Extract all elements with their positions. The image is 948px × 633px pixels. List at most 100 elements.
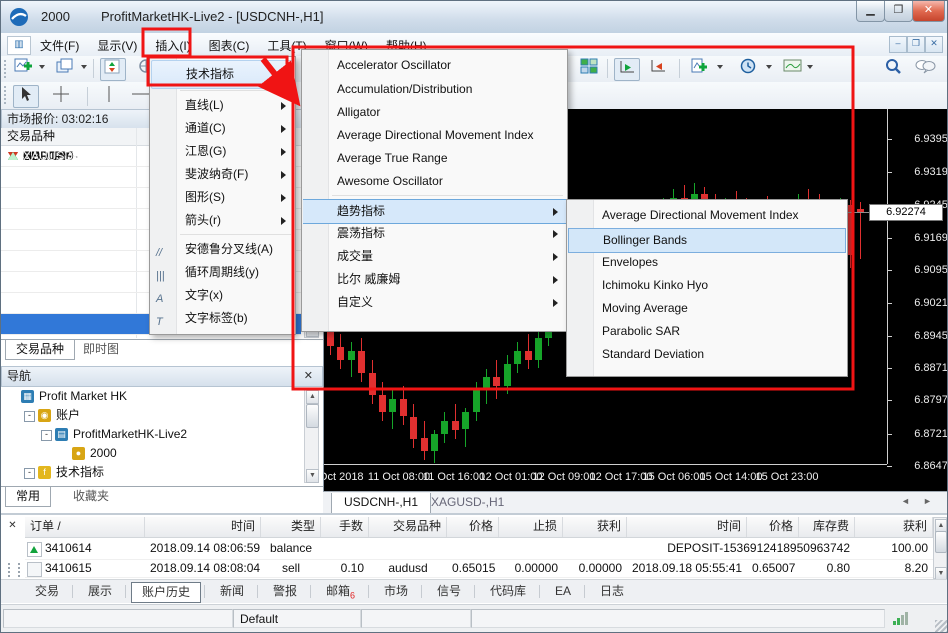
tree-item-1[interactable]: -◉账户 (1, 407, 301, 425)
restore-button[interactable]: ❐ (884, 1, 913, 22)
tree-item-0[interactable]: ▦Profit Market HK (1, 388, 301, 406)
menu-item[interactable]: 斐波纳奇(F) (151, 163, 294, 186)
crosshair-tool-button[interactable] (49, 85, 73, 106)
table-header-cell[interactable]: 订单 / (25, 517, 145, 537)
chart-profiles-button[interactable] (53, 58, 77, 79)
table-header-cell[interactable]: 手数 (321, 517, 369, 537)
indicators-dropdown[interactable] (717, 65, 723, 69)
chart-tab-xagusd[interactable]: XAGUSD-,H1 (419, 493, 516, 513)
menu-item[interactable]: Average True Range (303, 147, 566, 170)
menu-item[interactable]: 自定义 (303, 291, 566, 314)
chart-child-icon[interactable]: ▥ (7, 36, 31, 55)
table-header-cell[interactable]: 获利 (855, 517, 933, 537)
menu-item[interactable]: Average Directional Movement Index (568, 203, 846, 227)
menubar-item-0[interactable]: 文件(F) (31, 33, 88, 57)
templates-dropdown[interactable] (807, 65, 813, 69)
tree-expander[interactable]: - (24, 468, 35, 479)
status-profile-field[interactable]: Default (233, 609, 361, 628)
menu-item[interactable]: 趋势指标 (303, 199, 566, 224)
terminal-tab-6[interactable]: 市场 (374, 582, 418, 601)
tab-scroll-left-icon[interactable]: ◄ (901, 496, 910, 506)
terminal-tab-5[interactable]: 邮箱6 (316, 582, 365, 601)
templates-button[interactable] (781, 58, 805, 79)
table-header-cell[interactable]: 类型 (261, 517, 321, 537)
terminal-tab-2[interactable]: 账户历史 (131, 582, 201, 603)
menu-item[interactable]: Bollinger Bands (568, 228, 846, 253)
menu-item[interactable]: 循环周期线(y)||| (151, 261, 294, 284)
tab-scroll-right-icon[interactable]: ► (923, 496, 932, 506)
terminal-scrollbar[interactable]: ▲ ▼ (933, 517, 947, 579)
tree-item-4[interactable]: -f技术指标 (1, 464, 301, 482)
menu-item[interactable]: Ichimoku Kinko Hyo (568, 274, 846, 297)
terminal-tab-1[interactable]: 展示 (78, 582, 122, 601)
tab-tick-chart[interactable]: 即时图 (73, 340, 129, 359)
minimize-button[interactable]: ▁ (856, 1, 885, 22)
menu-item[interactable]: 安德鲁分叉线(A)// (151, 238, 294, 261)
toolbar-grip[interactable] (4, 86, 10, 104)
child-minimize-button[interactable]: – (889, 36, 907, 53)
menu-item[interactable]: 成交量 (303, 245, 566, 268)
menu-item[interactable]: Envelopes (568, 251, 846, 274)
table-header-cell[interactable]: 交易品种 (369, 517, 447, 537)
toolbar-grip[interactable] (4, 60, 10, 78)
navigator-scrollbar[interactable]: ▲ ▼ (304, 388, 319, 483)
table-header-cell[interactable]: 获利 (563, 517, 627, 537)
tile-windows-button[interactable] (577, 58, 601, 79)
tab-common[interactable]: 常用 (5, 486, 51, 507)
table-row[interactable]: 34106142018.09.14 08:06:59balanceDEPOSIT… (25, 539, 933, 560)
table-row[interactable]: 34106152018.09.14 08:08:04sell0.10audusd… (25, 559, 933, 578)
terminal-tab-3[interactable]: 新闻 (210, 582, 254, 601)
menu-item[interactable]: Accelerator Oscillator (303, 53, 566, 77)
menu-item[interactable]: Parabolic SAR (568, 320, 846, 343)
table-header-cell[interactable]: 时间 (627, 517, 747, 537)
table-header-cell[interactable]: 价格 (747, 517, 799, 537)
menu-item[interactable]: 箭头(r) (151, 209, 294, 232)
menubar-item-3[interactable]: 图表(C) (200, 33, 259, 57)
menubar-item-2[interactable]: 插入(I) (146, 33, 199, 57)
menu-item[interactable]: 文字标签(b)T (151, 307, 294, 330)
table-header-cell[interactable]: 时间 (145, 517, 261, 537)
menu-item[interactable]: 文字(x)A (151, 284, 294, 307)
menu-item[interactable]: Awesome Oscillator (303, 170, 566, 193)
resize-grip[interactable] (935, 620, 947, 632)
chat-icon[interactable] (913, 58, 937, 79)
tree-expander[interactable]: - (41, 430, 52, 441)
terminal-close-icon[interactable]: ✕ (6, 520, 19, 533)
tree-expander[interactable]: - (24, 411, 35, 422)
menu-item[interactable]: 江恩(G) (151, 140, 294, 163)
title-bar[interactable]: 2000 ProfitMarketHK-Live2 - [USDCNH-,H1]… (1, 1, 948, 34)
chart-tab-usdcnh[interactable]: USDCNH-,H1 (331, 493, 431, 514)
child-close-button[interactable]: ✕ (925, 36, 943, 53)
close-button[interactable]: ✕ (912, 1, 945, 22)
tab-symbols[interactable]: 交易品种 (5, 339, 75, 360)
timeframes-dropdown[interactable] (766, 65, 772, 69)
terminal-tab-10[interactable]: 日志 (590, 582, 634, 601)
menu-item[interactable]: 图形(S) (151, 186, 294, 209)
zoom-magnifier-icon[interactable] (881, 58, 905, 79)
menu-item[interactable]: Moving Average (568, 297, 846, 320)
terminal-tab-0[interactable]: 交易 (25, 582, 69, 601)
menubar-item-1[interactable]: 显示(V) (88, 33, 146, 57)
child-restore-button[interactable]: ❐ (907, 36, 925, 53)
new-order-button[interactable] (100, 58, 126, 81)
terminal-tab-8[interactable]: 代码库 (480, 582, 536, 601)
menu-item[interactable]: Accumulation/Distribution (303, 78, 566, 101)
indicators-button[interactable] (687, 58, 711, 79)
menu-item[interactable]: Average Directional Movement Index (303, 124, 566, 147)
terminal-tab-9[interactable]: EA (545, 582, 581, 601)
table-header-cell[interactable]: 止损 (499, 517, 563, 537)
terminal-tab-7[interactable]: 信号 (427, 582, 471, 601)
new-chart-dropdown[interactable] (39, 65, 45, 69)
table-header-cell[interactable]: 库存费 (799, 517, 855, 537)
table-header-cell[interactable]: 价格 (447, 517, 499, 537)
menu-item[interactable]: 震荡指标 (303, 222, 566, 245)
navigator-close-icon[interactable]: ✕ (304, 369, 313, 382)
chart-profiles-dropdown[interactable] (81, 65, 87, 69)
new-chart-button[interactable] (11, 58, 35, 79)
menu-item[interactable]: 比尔 威廉姆 (303, 268, 566, 291)
auto-scroll-button[interactable] (614, 58, 640, 81)
cursor-tool-button[interactable] (13, 85, 39, 108)
tab-favorites[interactable]: 收藏夹 (63, 487, 119, 506)
tree-item-3[interactable]: ●2000 (1, 445, 301, 463)
menu-item[interactable]: Alligator (303, 101, 566, 124)
